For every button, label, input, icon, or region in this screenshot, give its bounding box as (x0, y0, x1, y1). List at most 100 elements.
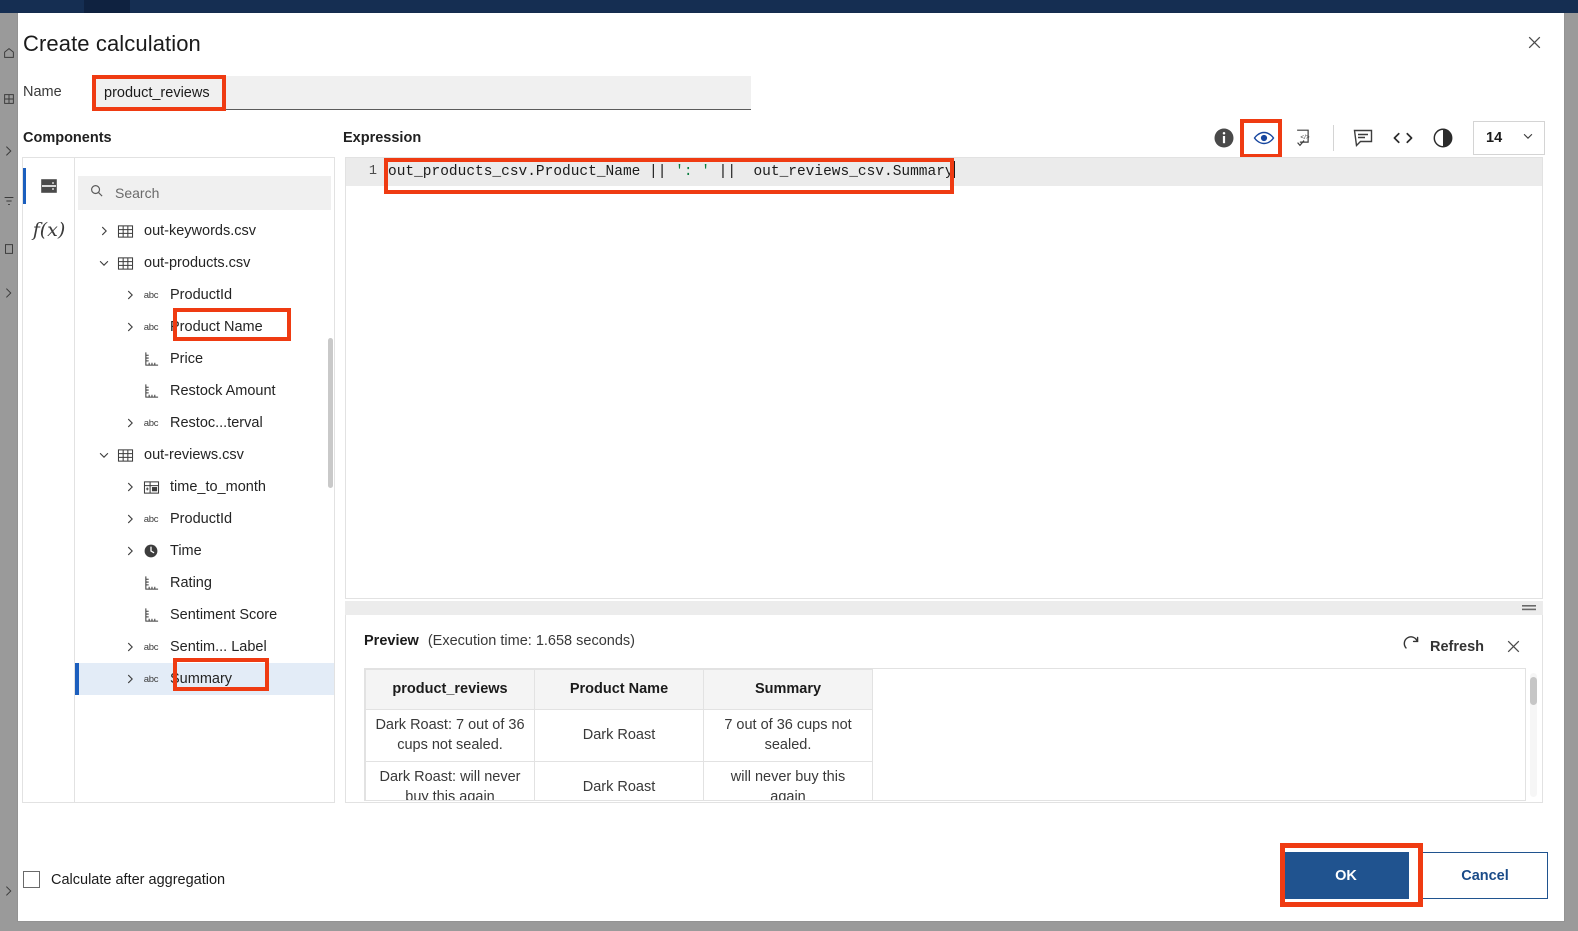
table-column-header: Product Name (534, 669, 704, 710)
tree-item-summary[interactable]: abc Summary (75, 663, 334, 695)
clock-icon (141, 542, 161, 560)
data-sources-tab[interactable] (23, 164, 75, 208)
font-size-select[interactable]: 14 (1473, 121, 1545, 155)
background-bottom-strip (18, 921, 1564, 931)
chevron-right-icon[interactable] (95, 223, 112, 240)
search-input[interactable] (113, 184, 320, 202)
expression-code-string: ': ' (675, 164, 710, 180)
tree-item-rating[interactable]: Rating (75, 567, 334, 599)
chevron-right-icon[interactable] (121, 287, 138, 304)
tree-item-time[interactable]: Time (75, 535, 334, 567)
tree-item-out-reviews-csv[interactable]: out-reviews.csv (75, 439, 334, 471)
dialog-title: Create calculation (23, 31, 201, 56)
eye-icon[interactable] (1244, 118, 1284, 158)
rail-home-icon (1, 45, 17, 61)
tree-scrollbar[interactable] (328, 338, 333, 488)
comment-icon[interactable] (1343, 118, 1383, 158)
abc-icon: abc (143, 673, 159, 685)
tree-item-restoc-terval[interactable]: abc Restoc...terval (75, 407, 334, 439)
table-icon (115, 222, 135, 240)
name-input[interactable] (93, 76, 751, 109)
expression-code[interactable]: out_products_csv.Product_Name || ': ' ||… (388, 158, 1542, 186)
scrollbar-thumb[interactable] (1530, 677, 1537, 705)
table-body: Dark Roast: 7 out of 36 cups not sealed.… (365, 708, 873, 800)
name-field-wrapper (93, 76, 751, 110)
chevron-right-icon[interactable] (121, 543, 138, 560)
tree-item-label: ProductId (170, 287, 233, 303)
components-tree-column: out-keywords.csv out-products.csv abc Produ… (75, 158, 334, 802)
function-icon: f(x) (32, 219, 66, 241)
tree-item-label: time_to_month (170, 479, 266, 495)
chevron-right-icon[interactable] (121, 671, 138, 688)
functions-tab[interactable]: f(x) (23, 208, 75, 252)
cancel-button[interactable]: Cancel (1422, 852, 1548, 899)
expression-section-header: Expression (343, 130, 422, 146)
chevron-right-icon[interactable] (121, 319, 138, 336)
font-size-value: 14 (1486, 130, 1503, 146)
tree-item-sentim-label[interactable]: abc Sentim... Label (75, 631, 334, 663)
abc-icon: abc (143, 321, 159, 333)
contrast-icon[interactable] (1423, 118, 1463, 158)
code-brackets-icon[interactable] (1383, 118, 1423, 158)
tree-item-sentiment-score[interactable]: Sentiment Score (75, 599, 334, 631)
panel-splitter[interactable] (345, 601, 1543, 615)
preview-table-wrapper[interactable]: product_reviews Product Name Summary Dark … (364, 668, 1526, 801)
chevron-right-icon[interactable] (121, 511, 138, 528)
tree-item-label: out-keywords.csv (144, 223, 257, 239)
tree-item-time-to-month[interactable]: time_to_month (75, 471, 334, 503)
table-cell: Dark Roast: 7 out of 36 cups not sealed. (365, 708, 535, 763)
table-column-header: product_reviews (365, 669, 535, 710)
preview-header: Preview (Execution time: 1.658 seconds) (364, 633, 635, 649)
application-top-bar (0, 0, 1578, 13)
refresh-button[interactable]: Refresh (1392, 629, 1494, 664)
search-icon (89, 183, 104, 203)
chevron-right-icon[interactable] (121, 479, 138, 496)
close-icon[interactable] (1520, 28, 1548, 56)
tree-item-label: Price (170, 351, 204, 367)
tree-item-out-keywords-csv[interactable]: out-keywords.csv (75, 215, 334, 247)
table-icon (115, 446, 135, 464)
preview-table-scrollbar[interactable] (1530, 673, 1537, 797)
expression-code-part1: out_products_csv.Product_Name || (388, 164, 676, 180)
chevron-right-icon[interactable] (121, 415, 138, 432)
ok-button[interactable]: OK (1283, 852, 1409, 899)
tree-item-label: out-reviews.csv (144, 447, 244, 463)
rail-more-icon (1, 285, 17, 301)
chevron-down-icon[interactable] (95, 447, 112, 464)
expression-code-part2: || out_reviews_csv.Summary (709, 164, 954, 180)
chevron-down-icon[interactable] (95, 255, 112, 272)
refresh-label: Refresh (1430, 638, 1484, 655)
tree-item-restock-amount[interactable]: Restock Amount (75, 375, 334, 407)
refresh-icon (1402, 635, 1421, 658)
tree-item-out-products-csv[interactable]: out-products.csv (75, 247, 334, 279)
table-cell: will never buy this again (703, 761, 873, 800)
components-tab-rail: f(x) (23, 158, 75, 802)
chevron-right-icon[interactable] (121, 639, 138, 656)
preview-close-icon[interactable] (1498, 632, 1528, 662)
svg-text:</>: </> (1300, 134, 1310, 141)
abc-icon: abc (143, 641, 159, 653)
expression-editor[interactable]: 1 out_products_csv.Product_Name || ': ' … (345, 157, 1543, 599)
tree-item-productid[interactable]: abc ProductId (75, 503, 334, 535)
components-panel: f(x) out-keywords.csv out-products.csv abc… (22, 157, 335, 803)
info-icon[interactable] (1204, 118, 1244, 158)
preview-title: Preview (364, 633, 419, 649)
table-cell: Dark Roast (534, 708, 704, 763)
validate-code-icon[interactable]: </> (1284, 118, 1324, 158)
table-cell: Dark Roast (534, 761, 704, 800)
calculate-after-aggregation-checkbox[interactable]: Calculate after aggregation (23, 871, 225, 888)
top-bar-active-tab (84, 0, 130, 13)
tree-item-label: Rating (170, 575, 212, 591)
tree-item-product-name[interactable]: abc Product Name (75, 311, 334, 343)
checkbox-label: Calculate after aggregation (51, 871, 226, 888)
tree-item-productid[interactable]: abc ProductId (75, 279, 334, 311)
preview-panel: Preview (Execution time: 1.658 seconds) … (345, 615, 1543, 803)
checkbox-box[interactable] (23, 871, 40, 888)
tree-item-label: Restoc...terval (170, 415, 263, 431)
measure-icon (141, 574, 161, 592)
search-box[interactable] (78, 176, 331, 210)
expression-line: 1 out_products_csv.Product_Name || ': ' … (346, 158, 1542, 186)
tree-item-price[interactable]: Price (75, 343, 334, 375)
abc-icon: abc (143, 417, 159, 429)
table-icon (115, 254, 135, 272)
